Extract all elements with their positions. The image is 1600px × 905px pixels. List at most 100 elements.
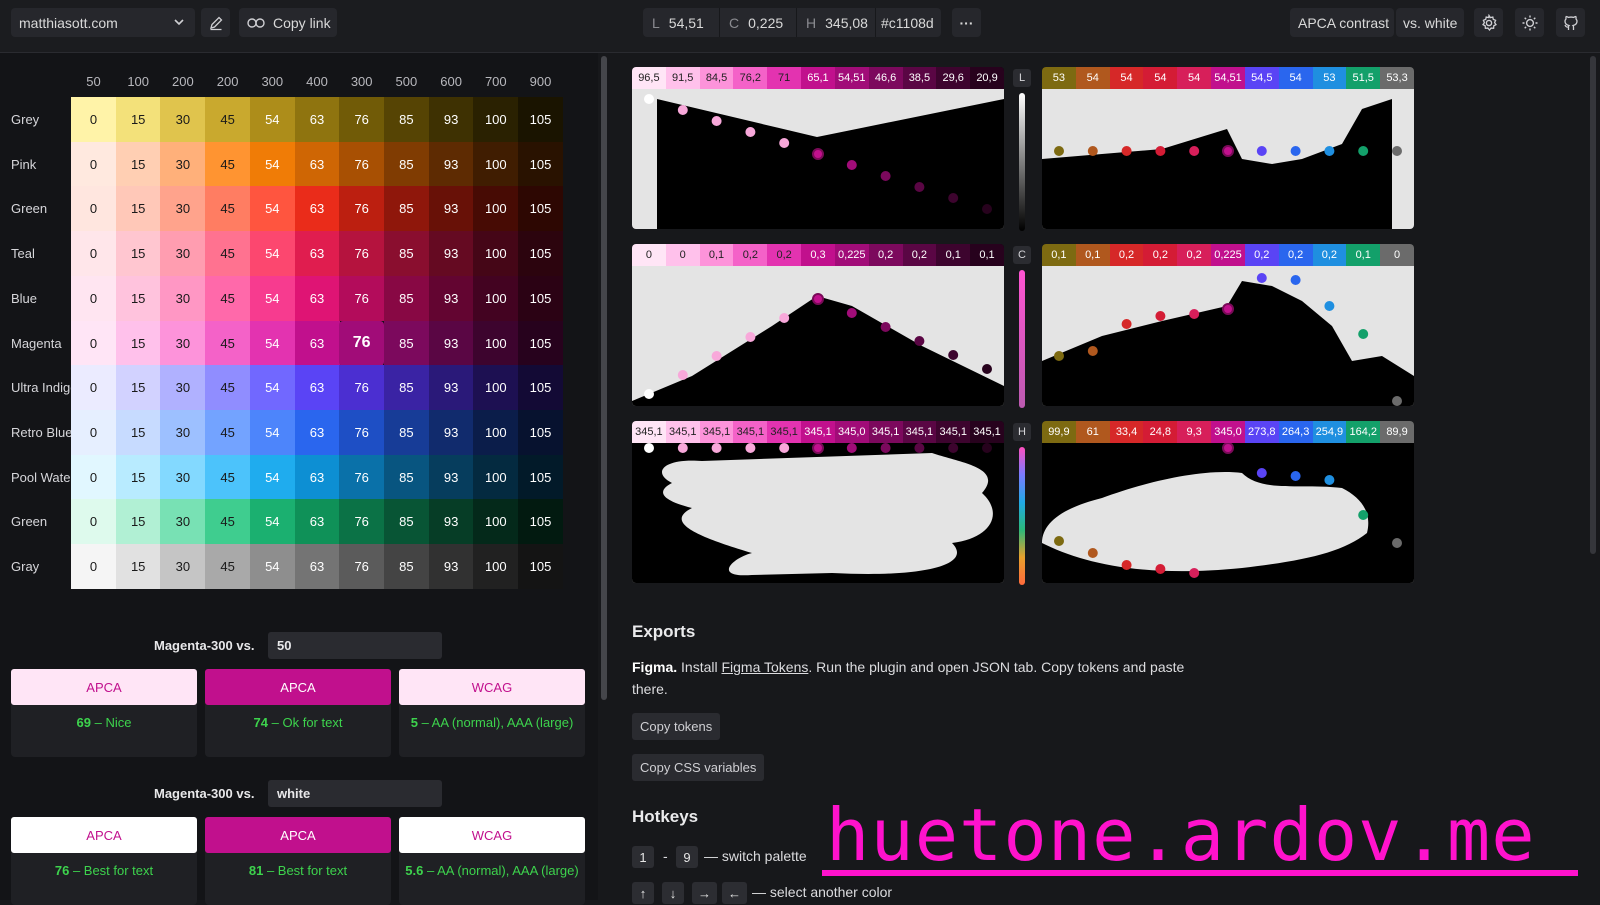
color-cell[interactable]: 54 <box>249 141 295 187</box>
chart-point[interactable] <box>1054 351 1064 361</box>
compare-white-input[interactable]: white <box>268 780 442 807</box>
chart-point[interactable] <box>948 193 959 203</box>
color-cell[interactable]: 85 <box>383 365 429 411</box>
color-cell[interactable]: 15 <box>115 409 161 455</box>
contrast-sample-button[interactable]: APCA <box>11 669 197 705</box>
chart-value-cell[interactable]: 54,5 <box>1244 67 1279 89</box>
color-cell[interactable]: 105 <box>518 141 563 187</box>
color-cell[interactable]: 30 <box>160 499 206 545</box>
color-cell[interactable]: 15 <box>115 320 161 366</box>
chart-point[interactable] <box>880 443 891 453</box>
copy-link-button[interactable]: Copy link <box>239 8 337 37</box>
chart-point[interactable] <box>644 389 654 399</box>
row-label[interactable]: Blue <box>11 291 71 306</box>
chart-point[interactable] <box>745 127 756 137</box>
chart-c-right[interactable]: 0,1 0,1 0,2 0,2 0,2 0,225 0,2 0,2 0,2 0,1 0 <box>1042 244 1414 406</box>
chart-point[interactable] <box>1324 301 1335 311</box>
color-cell[interactable]: 15 <box>115 97 161 142</box>
chart-value-cell[interactable]: 54 <box>1143 67 1178 89</box>
chart-point[interactable] <box>914 336 925 346</box>
chart-point[interactable] <box>1155 146 1166 156</box>
chart-point[interactable] <box>779 443 790 453</box>
color-cell[interactable]: 30 <box>160 97 206 142</box>
color-cell[interactable]: 0 <box>71 409 116 455</box>
chart-value-cell[interactable]: 54 <box>1177 67 1212 89</box>
chart-value-cell[interactable]: 345,1 <box>632 421 666 443</box>
chart-value-cell[interactable]: 0,1 <box>936 244 971 266</box>
color-cell[interactable]: 93 <box>428 409 474 455</box>
color-cell[interactable]: 45 <box>205 320 251 366</box>
color-cell[interactable]: 45 <box>205 186 251 232</box>
chart-value-cell[interactable]: 54 <box>1075 67 1110 89</box>
chart-value-cell[interactable]: 0,2 <box>1177 244 1212 266</box>
chart-point[interactable] <box>1290 146 1301 156</box>
color-cell[interactable]: 30 <box>160 186 206 232</box>
color-cell[interactable]: 54 <box>249 454 295 500</box>
color-cell[interactable]: 85 <box>383 499 429 545</box>
row-label[interactable]: Pool Water <box>11 470 71 485</box>
color-cell[interactable]: 100 <box>473 454 519 500</box>
chart-value-cell[interactable]: 38,5 <box>902 67 937 89</box>
color-cell[interactable]: 93 <box>428 365 474 411</box>
chart-value-cell[interactable]: 54 <box>1278 67 1313 89</box>
color-cell[interactable]: 100 <box>473 231 519 277</box>
chart-value-cell[interactable]: 0 <box>632 244 666 266</box>
palette-select[interactable]: matthiasott.com <box>11 8 195 37</box>
row-label[interactable]: Pink <box>11 157 71 172</box>
chart-value-cell[interactable]: 0,2 <box>1278 244 1313 266</box>
chart-point[interactable] <box>812 293 824 305</box>
color-cell[interactable]: 0 <box>71 499 116 545</box>
color-cell[interactable]: 105 <box>518 186 563 232</box>
chart-point[interactable] <box>1087 146 1098 156</box>
color-cell[interactable]: 85 <box>383 186 429 232</box>
chart-point[interactable] <box>779 138 790 148</box>
row-label[interactable]: Teal <box>11 246 71 261</box>
compare-50-input[interactable]: 50 <box>268 632 442 659</box>
chart-point[interactable] <box>1324 475 1335 485</box>
chart-c-left[interactable]: 0 0 0,1 0,2 0,2 0,3 0,225 0,2 0,2 0,1 0,1 <box>632 244 1004 406</box>
chart-value-cell[interactable]: 51,5 <box>1346 67 1381 89</box>
contrast-sample-button[interactable]: APCA <box>11 817 197 853</box>
chart-value-cell[interactable]: 0,1 <box>1075 244 1110 266</box>
color-cell[interactable]: 105 <box>518 454 563 500</box>
row-label[interactable]: Retro Blue <box>11 425 71 440</box>
color-cell[interactable]: 0 <box>71 544 116 589</box>
color-cell[interactable]: 45 <box>205 97 251 142</box>
chart-l-left[interactable]: 96,5 91,5 84,5 76,2 71 65,1 54,51 46,6 38,5 29,6 2… <box>632 67 1004 229</box>
theme-toggle-button[interactable] <box>1515 8 1544 37</box>
chart-point[interactable] <box>1392 538 1402 548</box>
chart-point[interactable] <box>948 443 959 453</box>
chart-point[interactable] <box>1054 536 1064 546</box>
color-cell[interactable]: 100 <box>473 365 519 411</box>
chart-point[interactable] <box>1222 443 1234 454</box>
chart-point[interactable] <box>1256 468 1267 478</box>
chart-point[interactable] <box>1155 311 1166 321</box>
color-cell[interactable]: 100 <box>473 186 519 232</box>
color-cell[interactable]: 76 <box>339 499 385 545</box>
chart-point[interactable] <box>711 116 722 126</box>
chart-value-cell[interactable]: 345,1 <box>665 421 700 443</box>
chart-value-cell[interactable]: 0,225 <box>834 244 869 266</box>
color-cell[interactable]: 0 <box>71 365 116 411</box>
chart-point[interactable] <box>880 171 891 181</box>
chart-value-cell[interactable]: 345,1 <box>733 421 768 443</box>
chart-l-right[interactable]: 53 54 54 54 54 54,51 54,5 54 53 51,5 53,3 <box>1042 67 1414 229</box>
left-scrollbar[interactable] <box>601 56 607 700</box>
color-cell[interactable]: 45 <box>205 544 251 589</box>
color-cell[interactable]: 93 <box>428 186 474 232</box>
chart-point[interactable] <box>914 443 925 453</box>
color-cell[interactable]: 105 <box>518 275 563 321</box>
color-cell[interactable]: 63 <box>294 499 340 545</box>
chart-point[interactable] <box>677 443 688 453</box>
chart-value-cell[interactable]: 89,9 <box>1380 421 1414 443</box>
chart-value-cell[interactable]: 33,4 <box>1109 421 1144 443</box>
vs-mode-select[interactable]: vs. white <box>1396 8 1464 37</box>
chart-point[interactable] <box>1189 568 1200 578</box>
color-cell[interactable]: 63 <box>294 365 340 411</box>
hex-field[interactable]: #c1108d <box>876 8 941 37</box>
color-cell[interactable]: 63 <box>294 231 340 277</box>
github-button[interactable] <box>1556 8 1585 37</box>
chart-point[interactable] <box>711 351 722 361</box>
chart-point[interactable] <box>779 313 790 323</box>
chart-value-cell[interactable]: 345,0 <box>1211 421 1245 443</box>
